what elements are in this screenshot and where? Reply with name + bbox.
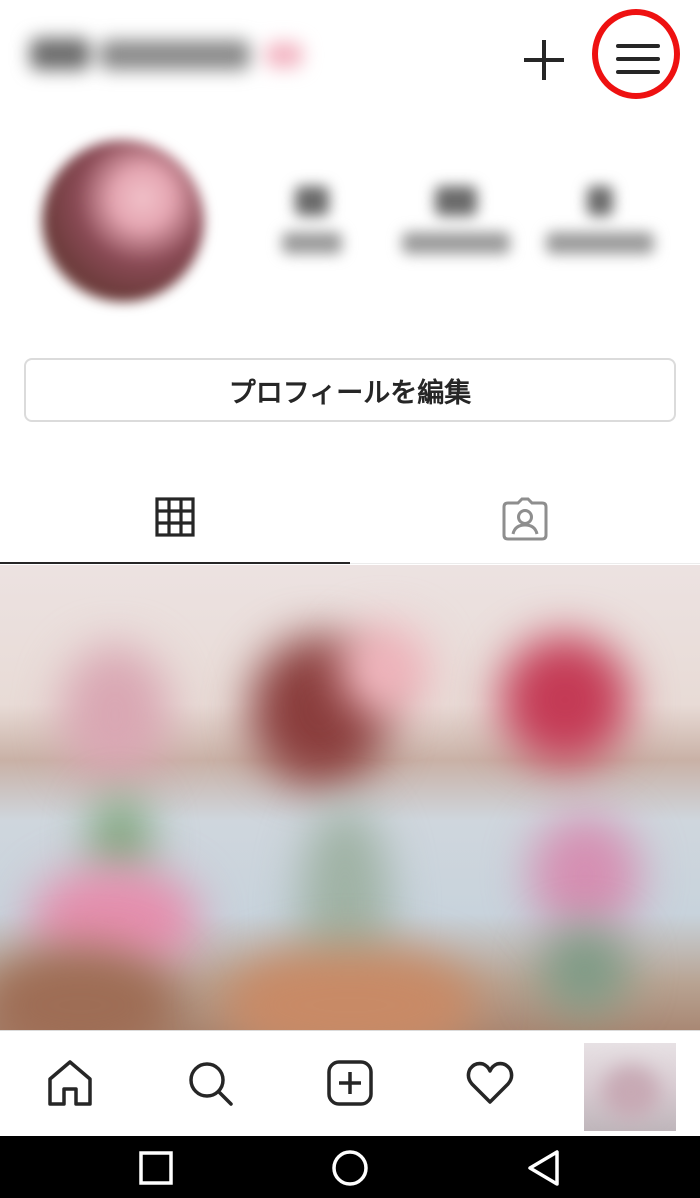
edit-profile-button[interactable]: プロフィールを編集 [24,358,676,422]
post-tile[interactable] [0,565,233,1030]
username-blur-segment [30,38,90,70]
nav-activity[interactable] [464,1057,516,1109]
profile-header [0,0,700,118]
heart-icon [466,1061,514,1104]
tab-posts-grid[interactable] [0,470,350,564]
posts-grid-blurred [0,565,700,1030]
nav-home[interactable] [44,1057,96,1109]
recents-square-icon [139,1151,173,1185]
system-home-button[interactable] [330,1148,370,1188]
nav-search[interactable] [184,1057,236,1109]
back-button[interactable] [524,1148,564,1188]
stat-label-blur [282,232,342,254]
highlight-circle-annotation [592,9,680,99]
post-tile[interactable] [234,565,467,1030]
username-blur-segment [100,40,250,70]
home-circle-icon [332,1150,368,1186]
search-icon [189,1062,233,1106]
plus-icon [524,40,564,80]
grid-icon [155,497,195,537]
profile-avatar-blurred[interactable] [42,140,204,302]
stat-following-blurred[interactable] [540,180,660,270]
back-triangle-icon [528,1150,559,1186]
username-blur-segment [265,42,303,68]
home-icon [48,1060,92,1106]
post-tile[interactable] [467,565,700,1030]
stat-label-blur [402,232,510,254]
tagged-person-icon [502,497,548,541]
add-post-icon [327,1060,373,1106]
android-system-navigation [0,1136,700,1198]
stat-followers-blurred[interactable] [396,180,516,270]
bottom-navigation [0,1030,700,1136]
stat-label-blur [546,232,654,254]
stat-posts-blurred[interactable] [252,180,372,270]
recents-button[interactable] [136,1148,176,1188]
stat-number-blur [295,186,329,216]
nav-profile-thumbnail[interactable] [584,1043,676,1131]
thumbnail-blur [602,1065,660,1119]
stat-number-blur [435,186,477,216]
username-blurred[interactable] [30,28,303,80]
stat-number-blur [587,186,613,216]
tab-tagged[interactable] [350,470,700,564]
nav-create-post[interactable] [324,1057,376,1109]
create-plus-button[interactable] [520,36,568,84]
